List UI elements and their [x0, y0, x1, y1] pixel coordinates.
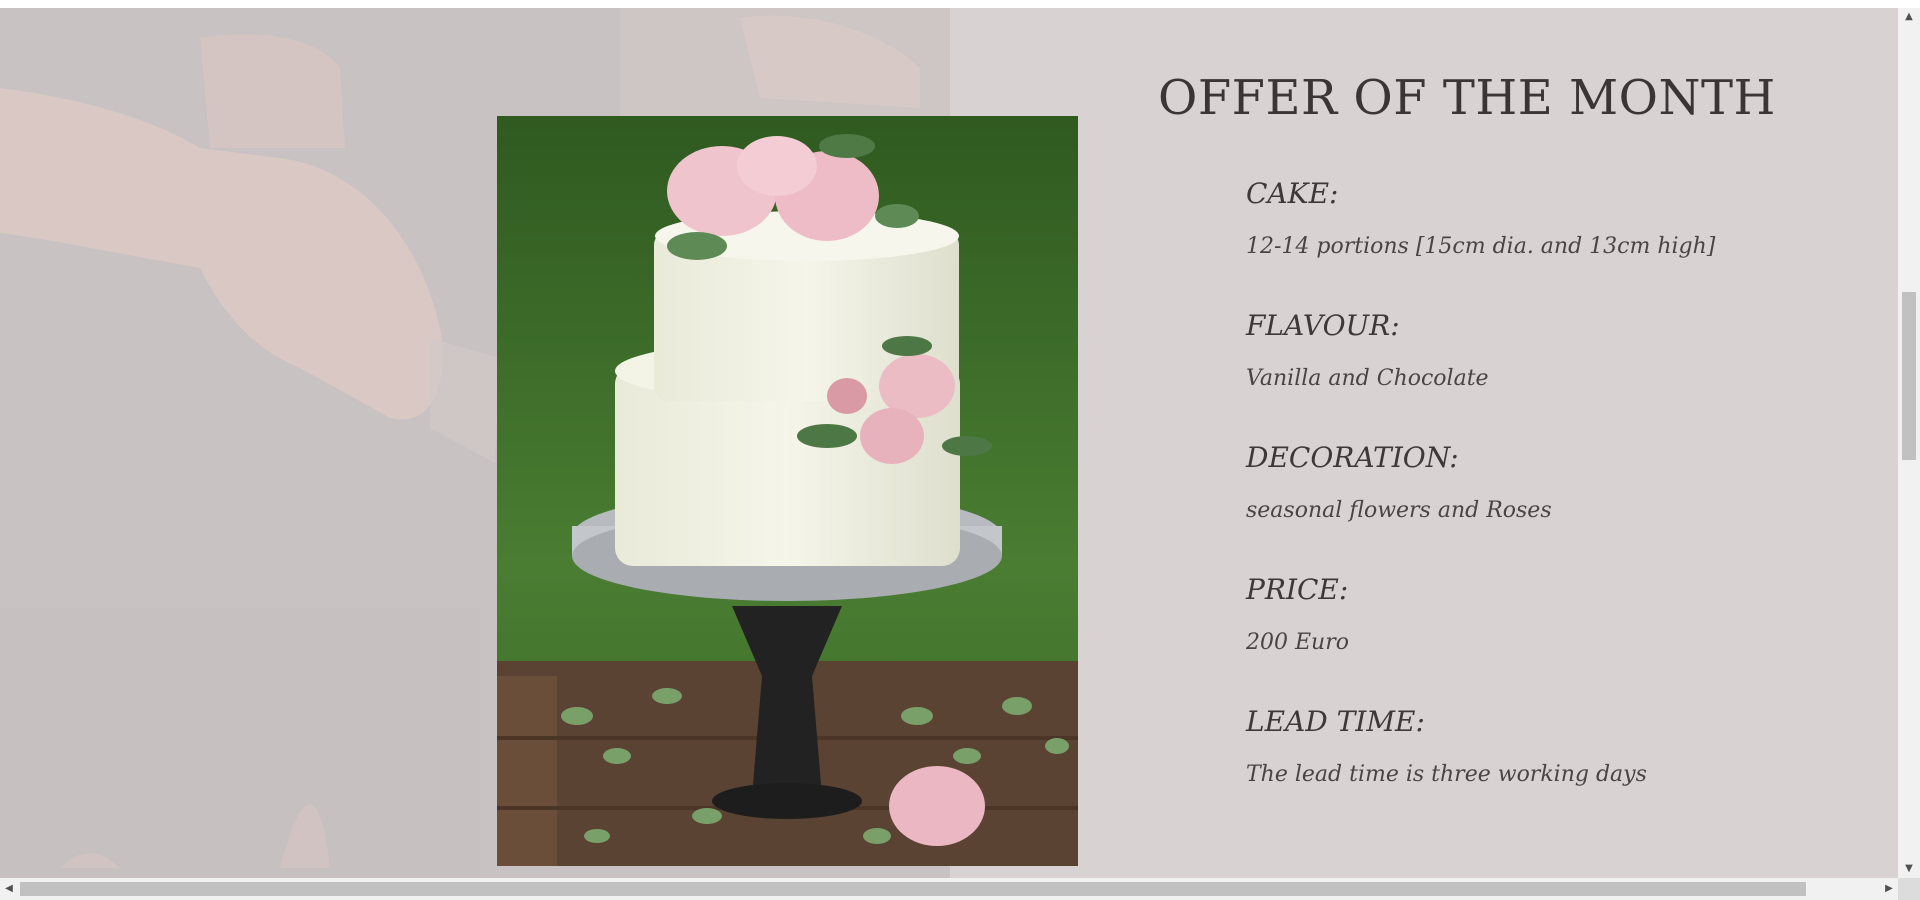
offer-item-decoration: DECORATION: seasonal flowers and Roses [1246, 440, 1866, 572]
cake-photo [497, 116, 1078, 866]
offer-title: OFFER OF THE MONTH [1158, 70, 1776, 126]
scroll-down-arrow-icon[interactable]: ▼ [1898, 860, 1920, 878]
price-label: PRICE: [1246, 573, 1349, 606]
vertical-scroll-thumb[interactable] [1902, 292, 1916, 460]
cake-label: CAKE: [1246, 177, 1339, 210]
page-content: OFFER OF THE MONTH CAKE: 12-14 portions … [0, 8, 1898, 878]
flavour-value: Vanilla and Chocolate [1246, 366, 1489, 391]
vertical-scrollbar[interactable]: ▲ ▼ [1898, 8, 1920, 878]
offer-item-lead-time: LEAD TIME: The lead time is three workin… [1246, 704, 1866, 836]
offer-item-price: PRICE: 200 Euro [1246, 572, 1866, 704]
scroll-left-arrow-icon[interactable]: ◀ [0, 878, 18, 900]
offer-item-cake: CAKE: 12-14 portions [15cm dia. and 13cm… [1246, 176, 1866, 308]
scrollbar-corner [1898, 878, 1920, 900]
offer-item-flavour: FLAVOUR: Vanilla and Chocolate [1246, 308, 1866, 440]
offer-details: CAKE: 12-14 portions [15cm dia. and 13cm… [1246, 176, 1866, 836]
lead-time-value: The lead time is three working days [1246, 762, 1647, 787]
decoration-value: seasonal flowers and Roses [1246, 498, 1552, 523]
decoration-label: DECORATION: [1246, 441, 1459, 474]
scroll-up-arrow-icon[interactable]: ▲ [1898, 8, 1920, 26]
flavour-label: FLAVOUR: [1246, 309, 1400, 342]
cake-value: 12-14 portions [15cm dia. and 13cm high] [1246, 234, 1716, 259]
scroll-right-arrow-icon[interactable]: ▶ [1880, 878, 1898, 900]
horizontal-scrollbar[interactable]: ◀ ▶ [0, 878, 1898, 900]
lead-time-label: LEAD TIME: [1246, 705, 1425, 738]
price-value: 200 Euro [1246, 630, 1349, 655]
horizontal-scroll-thumb[interactable] [20, 882, 1806, 896]
